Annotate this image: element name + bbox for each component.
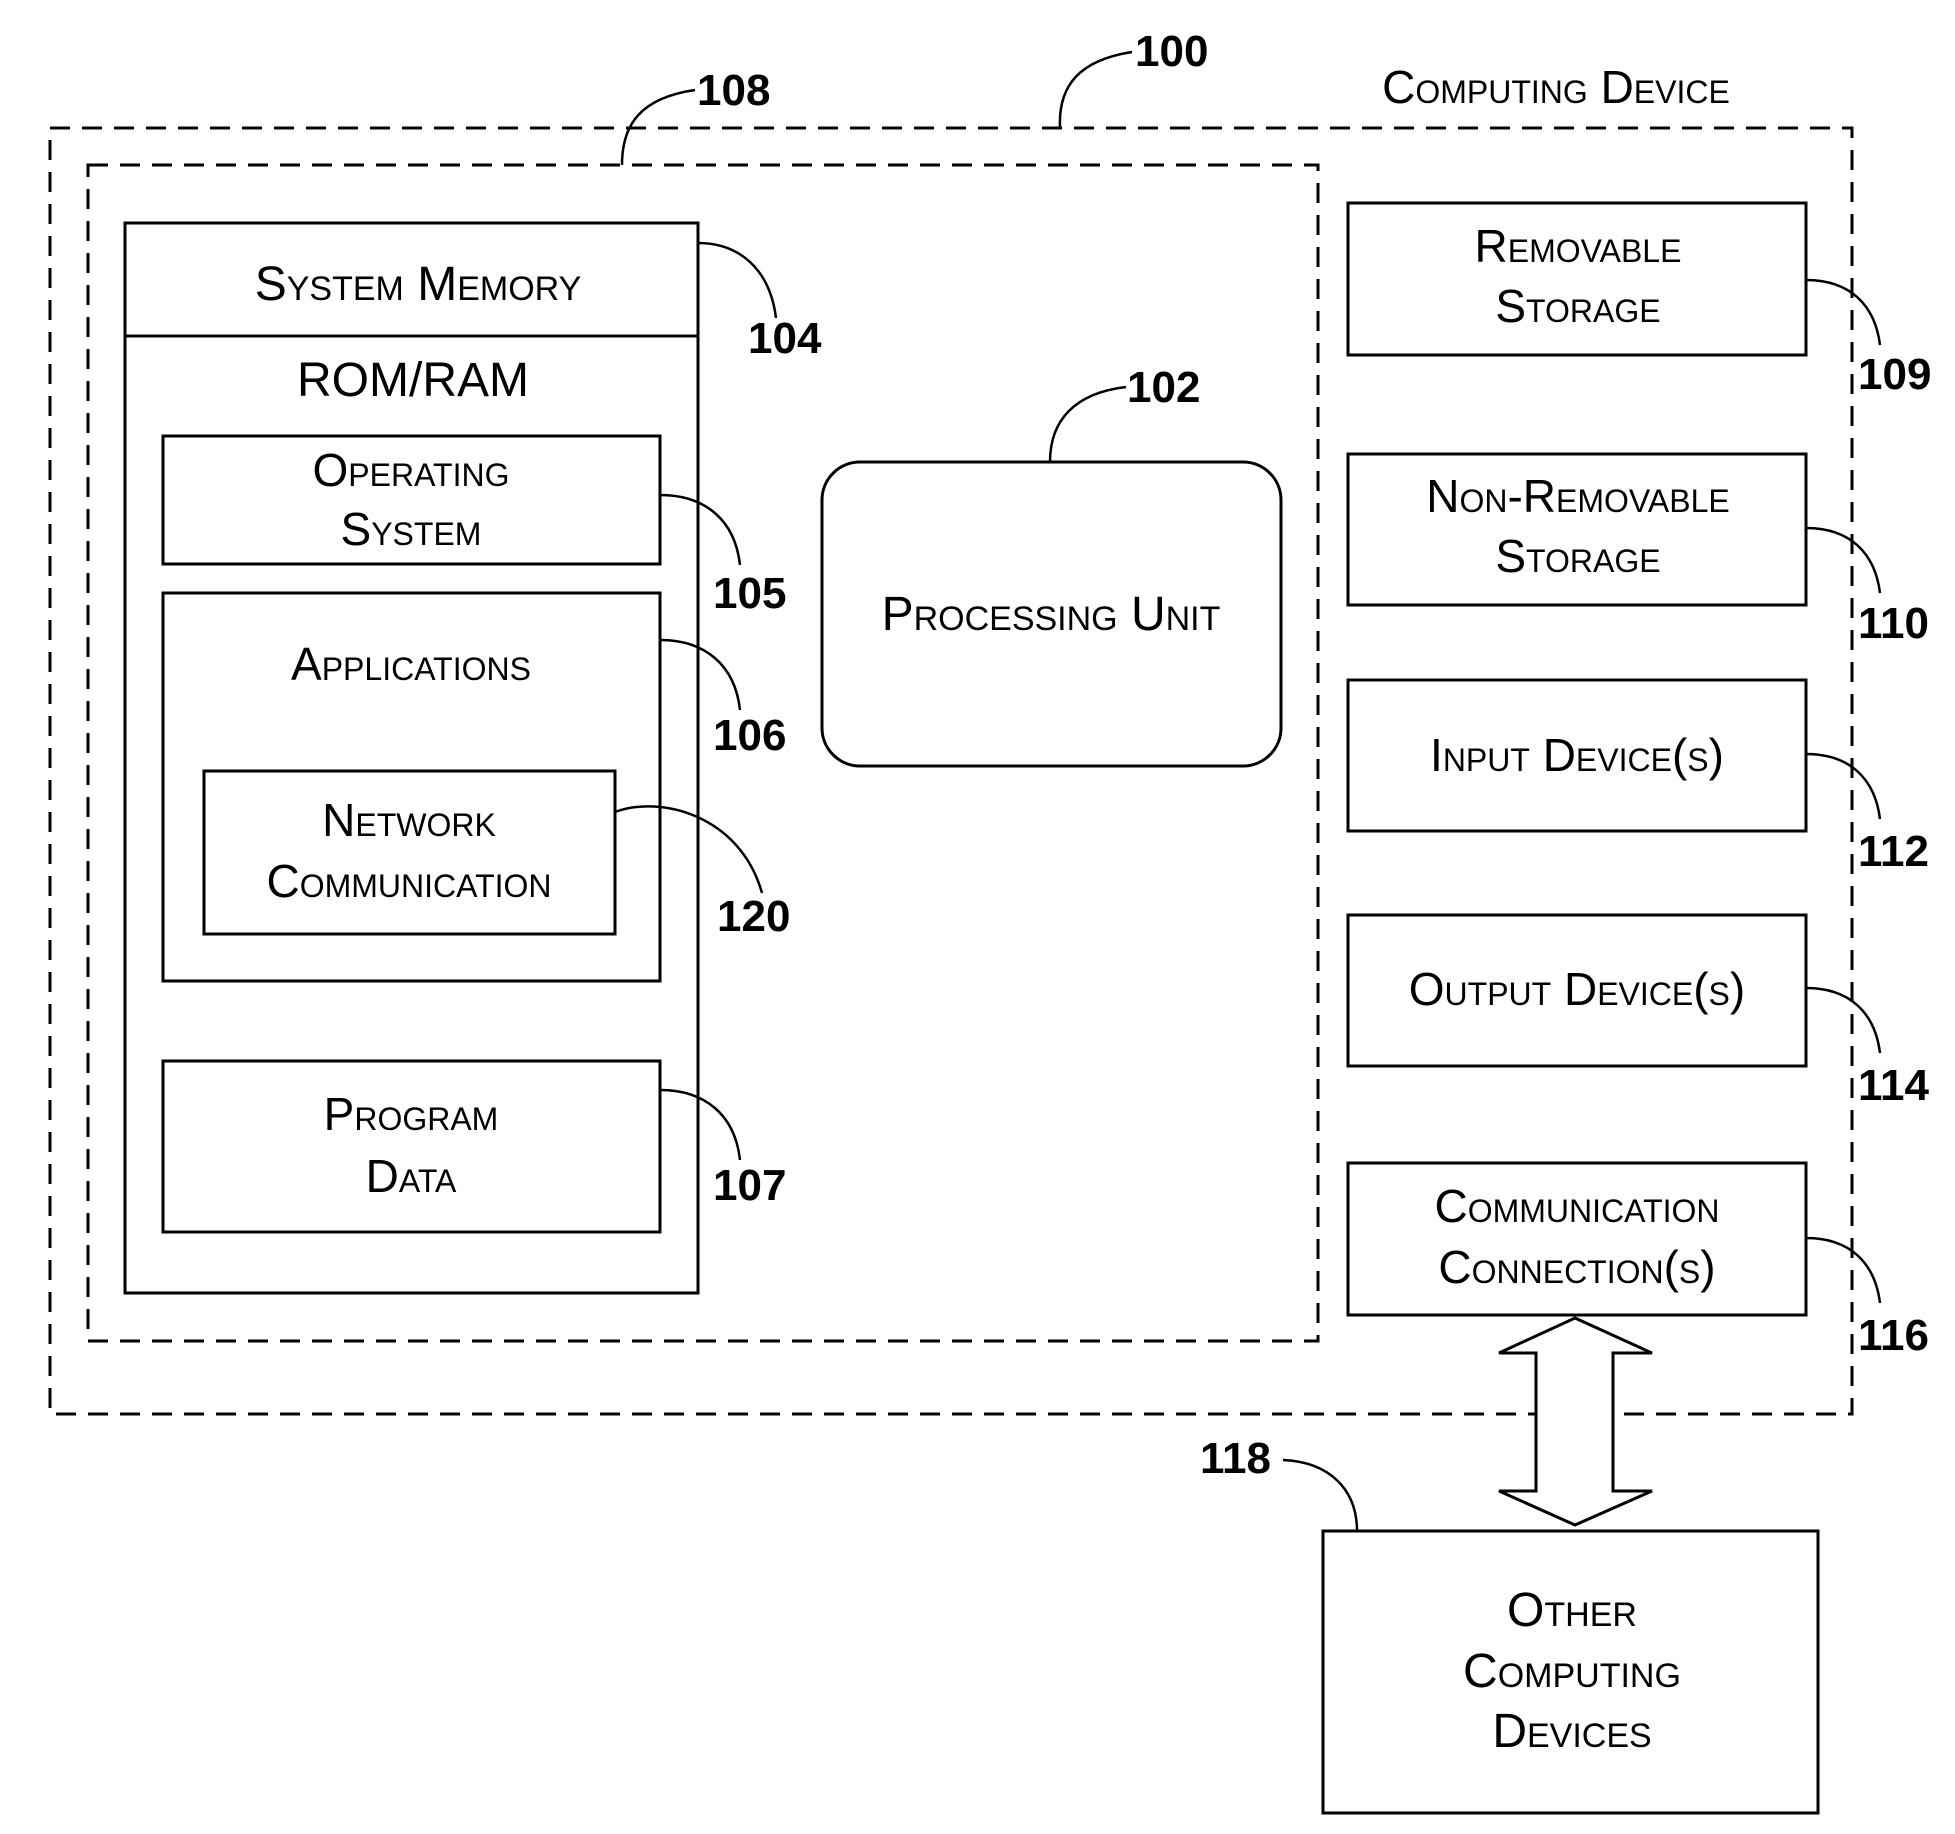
processing-unit-label: Processing Unit <box>882 588 1221 641</box>
network-communication-box: Network Communication <box>202 769 617 936</box>
leader-100 <box>1058 50 1133 129</box>
ref-104: 104 <box>748 314 822 363</box>
non-removable-storage-label-line2: Storage <box>1495 530 1660 582</box>
leader-118 <box>1282 1458 1359 1532</box>
computing-device-diagram: Computing Device 100 108 System Memory R… <box>48 27 1931 1815</box>
leader-114 <box>1805 986 1882 1054</box>
program-data-label-line2: Data <box>366 1150 457 1202</box>
ref-114: 114 <box>1858 1061 1930 1110</box>
bidirectional-arrow <box>1498 1316 1653 1527</box>
ref-100: 100 <box>1135 27 1208 76</box>
ref-108: 108 <box>697 66 770 115</box>
non-removable-storage-label-line1: Non-Removable <box>1426 470 1729 522</box>
network-communication-label-line1: Network <box>322 794 496 846</box>
system-memory-label: System Memory <box>255 258 582 311</box>
leader-110 <box>1805 526 1882 594</box>
other-computing-devices-label-line1: Other <box>1507 1584 1637 1637</box>
ref-102: 102 <box>1127 363 1200 412</box>
ref-116: 116 <box>1858 1311 1929 1360</box>
operating-system-label-line1: Operating <box>313 444 510 496</box>
ref-118: 118 <box>1200 1434 1271 1483</box>
ref-112: 112 <box>1858 827 1929 876</box>
removable-storage-label-line1: Removable <box>1475 220 1682 272</box>
other-computing-devices-label-line2: Computing <box>1463 1645 1681 1698</box>
non-removable-storage-box: Non-Removable Storage <box>1346 452 1808 607</box>
leader-109 <box>1805 278 1882 346</box>
ref-109: 109 <box>1858 350 1931 399</box>
applications-label: Applications <box>291 638 531 690</box>
computing-device-title: Computing Device <box>1382 61 1730 113</box>
leader-104 <box>697 241 778 319</box>
operating-system-label-line2: System <box>341 503 482 555</box>
input-devices-label: Input Device(s) <box>1430 729 1724 781</box>
program-data-box: Program Data <box>161 1059 662 1234</box>
removable-storage-box: Removable Storage <box>1346 201 1808 357</box>
communication-connections-label-line2: Connection(s) <box>1438 1241 1715 1293</box>
rom-ram-label: ROM/RAM <box>297 354 529 407</box>
other-computing-devices-label-line3: Devices <box>1492 1705 1651 1758</box>
ref-120: 120 <box>717 892 790 941</box>
leader-116 <box>1805 1236 1882 1304</box>
ref-110: 110 <box>1858 599 1929 648</box>
input-devices-box: Input Device(s) <box>1346 678 1808 833</box>
ref-105: 105 <box>713 569 786 618</box>
ref-106: 106 <box>713 711 786 760</box>
network-communication-label-line2: Communication <box>266 855 551 907</box>
communication-connections-box: Communication Connection(s) <box>1346 1161 1808 1317</box>
leader-112 <box>1805 752 1882 820</box>
program-data-label-line1: Program <box>324 1088 499 1140</box>
leader-102 <box>1048 385 1127 463</box>
output-devices-label: Output Device(s) <box>1409 963 1745 1015</box>
processing-unit-box: Processing Unit <box>820 460 1283 768</box>
operating-system-box: Operating System <box>161 434 662 566</box>
other-computing-devices-box: Other Computing Devices <box>1321 1529 1820 1815</box>
removable-storage-label-line2: Storage <box>1495 280 1660 332</box>
ref-107: 107 <box>713 1161 786 1210</box>
communication-connections-label-line1: Communication <box>1434 1180 1719 1232</box>
output-devices-box: Output Device(s) <box>1346 913 1808 1068</box>
